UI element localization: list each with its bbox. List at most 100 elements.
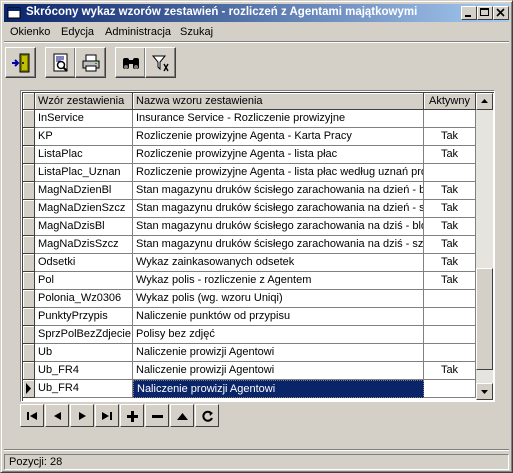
cell-name[interactable]: Stan magazynu druków ścisłego zarachowan… xyxy=(133,236,424,254)
current-row-indicator[interactable] xyxy=(23,380,35,398)
vertical-scrollbar[interactable] xyxy=(476,93,493,400)
cell-name[interactable]: Naliczenie prowizji Agentowi xyxy=(133,380,424,398)
search-button[interactable] xyxy=(115,47,146,78)
cell-active[interactable] xyxy=(424,380,476,398)
row-indicator[interactable] xyxy=(23,218,35,236)
cell-active[interactable]: Tak xyxy=(424,182,476,200)
row-indicator[interactable] xyxy=(23,110,35,128)
insert-record-button[interactable] xyxy=(120,404,144,427)
header-code[interactable]: Wzór zestawienia xyxy=(35,93,133,110)
header-active[interactable]: Aktywny xyxy=(424,93,476,110)
cell-name[interactable]: Rozliczenie prowizyjne Agenta - lista pł… xyxy=(133,146,424,164)
cell-name[interactable]: Stan magazynu druków ścisłego zarachowan… xyxy=(133,182,424,200)
cell-active[interactable]: Tak xyxy=(424,362,476,380)
cell-code[interactable]: Polonia_Wz0306 xyxy=(35,290,133,308)
cell-code[interactable]: Ub_FR4 xyxy=(35,362,133,380)
close-icon xyxy=(496,8,505,17)
cell-name[interactable]: Rozliczenie prowizyjne Agenta - lista pł… xyxy=(133,164,424,182)
row-indicator[interactable] xyxy=(23,254,35,272)
cell-name[interactable]: Wykaz polis - rozliczenie z Agentem xyxy=(133,272,424,290)
prior-record-button[interactable] xyxy=(45,404,69,427)
cell-code[interactable]: MagNaDzisSzcz xyxy=(35,236,133,254)
cell-code[interactable]: PunktyPrzypis xyxy=(35,308,133,326)
cell-name[interactable]: Rozliczenie prowizyjne Agenta - Karta Pr… xyxy=(133,128,424,146)
scroll-down-icon xyxy=(481,390,488,394)
cell-code[interactable]: Odsetki xyxy=(35,254,133,272)
minimize-button[interactable] xyxy=(461,6,477,20)
cell-active[interactable]: Tak xyxy=(424,236,476,254)
maximize-icon xyxy=(480,8,489,16)
cell-active[interactable]: Tak xyxy=(424,128,476,146)
cell-code[interactable]: Ub_FR4 xyxy=(35,380,133,398)
delete-record-button[interactable] xyxy=(145,404,169,427)
row-indicator[interactable] xyxy=(23,146,35,164)
cell-name[interactable]: Naliczenie punktów od przypisu xyxy=(133,308,424,326)
cell-active[interactable] xyxy=(424,344,476,362)
cell-code[interactable]: MagNaDzienBl xyxy=(35,182,133,200)
edit-record-button[interactable] xyxy=(170,404,194,427)
menu-okienko[interactable]: Okienko xyxy=(10,26,50,38)
cell-code[interactable]: Pol xyxy=(35,272,133,290)
row-indicator[interactable] xyxy=(23,290,35,308)
exit-button[interactable] xyxy=(5,47,36,78)
row-indicator[interactable] xyxy=(23,362,35,380)
next-record-button[interactable] xyxy=(70,404,94,427)
cell-active[interactable]: Tak xyxy=(424,200,476,218)
menu-edycja[interactable]: Edycja xyxy=(61,26,94,38)
row-indicator[interactable] xyxy=(23,182,35,200)
cell-code[interactable]: SprzPolBezZdjecie xyxy=(35,326,133,344)
menu-szukaj[interactable]: Szukaj xyxy=(180,26,213,38)
cell-active[interactable]: Tak xyxy=(424,146,476,164)
cell-name[interactable]: Polisy bez zdjęć xyxy=(133,326,424,344)
refresh-button[interactable] xyxy=(195,404,219,427)
minimize-icon xyxy=(465,15,471,17)
scroll-thumb[interactable] xyxy=(476,268,493,370)
menu-administracja[interactable]: Administracja xyxy=(105,26,171,38)
filter-button[interactable] xyxy=(145,47,176,78)
cell-name[interactable]: Insurance Service - Rozliczenie prowizyj… xyxy=(133,110,424,128)
cell-active[interactable]: Tak xyxy=(424,254,476,272)
cell-active[interactable] xyxy=(424,308,476,326)
close-button[interactable] xyxy=(493,6,509,20)
cell-name[interactable]: Wykaz zainkasowanych odsetek xyxy=(133,254,424,272)
cell-active[interactable] xyxy=(424,110,476,128)
row-indicator[interactable] xyxy=(23,236,35,254)
row-indicator[interactable] xyxy=(23,326,35,344)
cell-code[interactable]: ListaPlac xyxy=(35,146,133,164)
title-bar[interactable]: Skrócony wykaz wzorów zestawień - rozlic… xyxy=(4,4,509,22)
row-indicator[interactable] xyxy=(23,308,35,326)
status-pane: Pozycji: 28 xyxy=(4,454,509,470)
first-record-button[interactable] xyxy=(20,404,44,427)
scroll-up-button[interactable] xyxy=(476,93,493,110)
cell-name[interactable]: Naliczenie prowizji Agentowi xyxy=(133,344,424,362)
preview-button[interactable] xyxy=(45,47,76,78)
header-name[interactable]: Nazwa wzoru zestawienia xyxy=(133,93,424,110)
menu-bar: Okienko Edycja Administracja Szukaj xyxy=(4,23,509,41)
print-button[interactable] xyxy=(75,47,106,78)
refresh-icon xyxy=(202,410,213,422)
last-record-button[interactable] xyxy=(95,404,119,427)
cell-name[interactable]: Wykaz polis (wg. wzoru Uniqi) xyxy=(133,290,424,308)
row-indicator[interactable] xyxy=(23,272,35,290)
row-indicator[interactable] xyxy=(23,164,35,182)
maximize-button[interactable] xyxy=(477,6,493,20)
row-indicator[interactable] xyxy=(23,200,35,218)
scroll-down-button[interactable] xyxy=(476,383,493,400)
cell-name[interactable]: Stan magazynu druków ścisłego zarachowan… xyxy=(133,200,424,218)
cell-name[interactable]: Stan magazynu druków ścisłego zarachowan… xyxy=(133,218,424,236)
row-indicator[interactable] xyxy=(23,128,35,146)
cell-active[interactable] xyxy=(424,326,476,344)
cell-code[interactable]: MagNaDzienSzcz xyxy=(35,200,133,218)
cell-code[interactable]: KP xyxy=(35,128,133,146)
cell-active[interactable]: Tak xyxy=(424,218,476,236)
cell-code[interactable]: ListaPlac_Uznan xyxy=(35,164,133,182)
cell-name[interactable]: Naliczenie prowizji Agentowi xyxy=(133,362,424,380)
cell-code[interactable]: InService xyxy=(35,110,133,128)
cell-active[interactable]: Tak xyxy=(424,272,476,290)
row-indicator[interactable] xyxy=(23,344,35,362)
cell-active[interactable] xyxy=(424,164,476,182)
records-grid[interactable]: Wzór zestawienia Nazwa wzoru zestawienia… xyxy=(20,90,495,402)
cell-code[interactable]: Ub xyxy=(35,344,133,362)
cell-active[interactable] xyxy=(424,290,476,308)
cell-code[interactable]: MagNaDzisBl xyxy=(35,218,133,236)
